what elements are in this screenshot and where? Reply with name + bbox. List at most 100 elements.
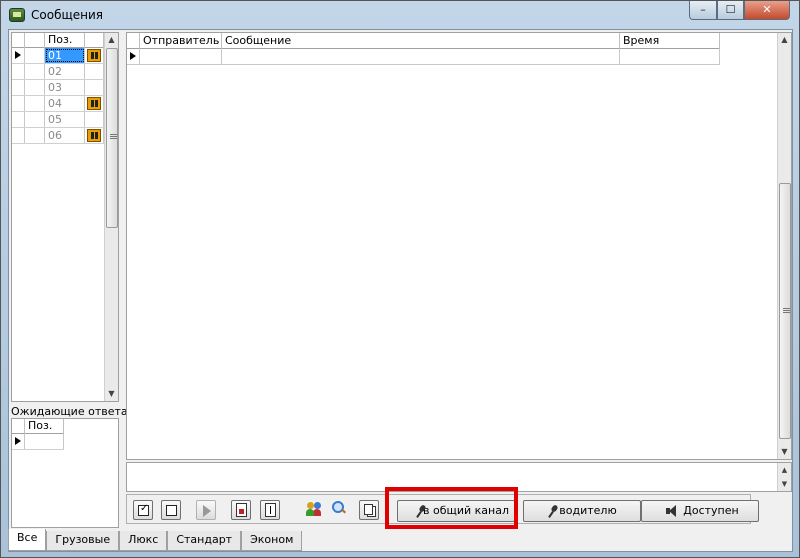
scroll-up-arrow[interactable]: ▲: [778, 33, 791, 47]
indicator-header: [12, 33, 25, 48]
pos-cell[interactable]: 05: [45, 112, 85, 127]
driver-button[interactable]: водителю: [523, 500, 641, 522]
positions-grid-header: Поз.: [12, 33, 104, 48]
pause-icon: [87, 129, 101, 142]
position-row[interactable]: 06: [12, 128, 104, 144]
pos-column-header[interactable]: Поз.: [25, 419, 64, 434]
waiting-grid-header: Поз.: [12, 419, 64, 434]
message-cell[interactable]: [222, 49, 620, 65]
scroll-down-arrow[interactable]: ▼: [105, 387, 118, 401]
row-pointer-icon: [15, 437, 21, 445]
scroll-down-arrow[interactable]: ▼: [778, 477, 791, 491]
row-pointer-icon: [15, 51, 21, 59]
scroll-down-arrow[interactable]: ▼: [778, 445, 791, 459]
tab-1[interactable]: Грузовые: [46, 531, 120, 551]
pause-icon: [87, 49, 101, 62]
search-icon[interactable]: [330, 500, 348, 518]
row-pointer-icon: [130, 52, 136, 60]
messages-grid[interactable]: Отправитель Сообщение Время ▲ ▼: [126, 32, 792, 460]
status-cell[interactable]: [85, 48, 104, 63]
pos-cell[interactable]: [25, 434, 64, 449]
grip-icon: [110, 134, 117, 139]
users-icon[interactable]: [305, 500, 325, 518]
scroll-up-arrow[interactable]: ▲: [105, 33, 118, 47]
position-row[interactable]: 01: [12, 48, 104, 64]
microphone-icon: [550, 505, 557, 517]
time-column-header[interactable]: Время: [620, 33, 720, 49]
blank-cell[interactable]: [25, 64, 45, 79]
message-row[interactable]: [127, 49, 720, 65]
row-indicator: [12, 112, 25, 127]
position-row[interactable]: 05: [12, 112, 104, 128]
positions-grid[interactable]: Поз. 01 02 03 04 05 06 ▲ ▼: [11, 32, 119, 402]
status-cell[interactable]: [85, 128, 104, 143]
scroll-up-arrow[interactable]: ▲: [778, 463, 791, 477]
position-row[interactable]: 04: [12, 96, 104, 112]
message-input[interactable]: ▲ ▼: [126, 462, 792, 492]
window-title: Сообщения: [31, 8, 104, 22]
check-all-button[interactable]: [133, 500, 153, 520]
scroll-thumb[interactable]: [779, 183, 791, 439]
checkbox-empty-icon: [166, 505, 177, 516]
messages-grid-header: Отправитель Сообщение Время: [127, 33, 720, 49]
row-indicator: [12, 80, 25, 95]
waiting-grid[interactable]: Поз.: [11, 418, 119, 528]
speaker-icon: [666, 505, 679, 517]
close-button[interactable]: ✕: [744, 1, 790, 20]
minimize-button[interactable]: –: [689, 1, 717, 20]
blank-cell[interactable]: [25, 112, 45, 127]
pos-cell[interactable]: 03: [45, 80, 85, 95]
maximize-button[interactable]: ☐: [717, 1, 744, 20]
tab-0[interactable]: Все: [8, 529, 47, 551]
messages-window: Сообщения – ☐ ✕ Поз. 01 02 03 04 05 06 ▲ ▼ Ож…: [0, 0, 800, 558]
pos-cell[interactable]: 01: [45, 48, 85, 63]
message-column-header[interactable]: Сообщение: [222, 33, 620, 49]
row-indicator: [12, 128, 25, 143]
text-cursor-icon: [265, 503, 276, 517]
toolbar: в общий канал водителю Доступен: [126, 494, 759, 524]
indicator-header: [127, 33, 140, 49]
uncheck-all-button[interactable]: [161, 500, 181, 520]
copy-button[interactable]: [359, 500, 379, 520]
status-cell[interactable]: [85, 64, 104, 79]
waiting-row[interactable]: [12, 434, 64, 450]
icon-column-header: [85, 33, 104, 48]
pos-cell[interactable]: 02: [45, 64, 85, 79]
row-indicator: [12, 434, 25, 449]
status-cell[interactable]: [85, 80, 104, 95]
pause-icon: [87, 97, 101, 110]
tab-3[interactable]: Стандарт: [167, 531, 242, 551]
tab-2[interactable]: Люкс: [119, 531, 168, 551]
scroll-thumb[interactable]: [106, 48, 118, 228]
play-icon: [203, 505, 211, 517]
document-button[interactable]: [231, 500, 251, 520]
sender-column-header[interactable]: Отправитель: [140, 33, 222, 49]
blank-cell[interactable]: [25, 128, 45, 143]
pos-column-header[interactable]: Поз.: [45, 33, 85, 48]
pos-cell[interactable]: 06: [45, 128, 85, 143]
messages-scrollbar[interactable]: ▲ ▼: [777, 33, 791, 459]
position-row[interactable]: 03: [12, 80, 104, 96]
checkbox-checked-icon: [138, 503, 149, 516]
play-button[interactable]: [196, 500, 216, 520]
broadcast-button[interactable]: в общий канал: [397, 500, 515, 522]
status-cell[interactable]: [85, 96, 104, 111]
position-row[interactable]: 02: [12, 64, 104, 80]
blank-cell[interactable]: [25, 96, 45, 111]
available-button[interactable]: Доступен: [641, 500, 759, 522]
time-cell[interactable]: [620, 49, 720, 65]
blank-cell[interactable]: [25, 80, 45, 95]
category-tabs: Все Грузовые Люкс Стандарт Эконом: [8, 529, 303, 551]
waiting-label: Ожидающие ответа:: [11, 405, 132, 418]
blank-cell[interactable]: [25, 48, 45, 63]
title-bar[interactable]: Сообщения – ☐ ✕: [1, 1, 799, 29]
pos-cell[interactable]: 04: [45, 96, 85, 111]
tab-4[interactable]: Эконом: [241, 531, 303, 551]
text-cursor-button[interactable]: [260, 500, 280, 520]
positions-scrollbar[interactable]: ▲ ▼: [104, 33, 118, 401]
input-scrollbar[interactable]: ▲ ▼: [777, 463, 791, 491]
row-indicator: [12, 96, 25, 111]
status-cell[interactable]: [85, 112, 104, 127]
client-area: Поз. 01 02 03 04 05 06 ▲ ▼ Ожидающие ответа: …: [8, 29, 793, 552]
sender-cell[interactable]: [140, 49, 222, 65]
